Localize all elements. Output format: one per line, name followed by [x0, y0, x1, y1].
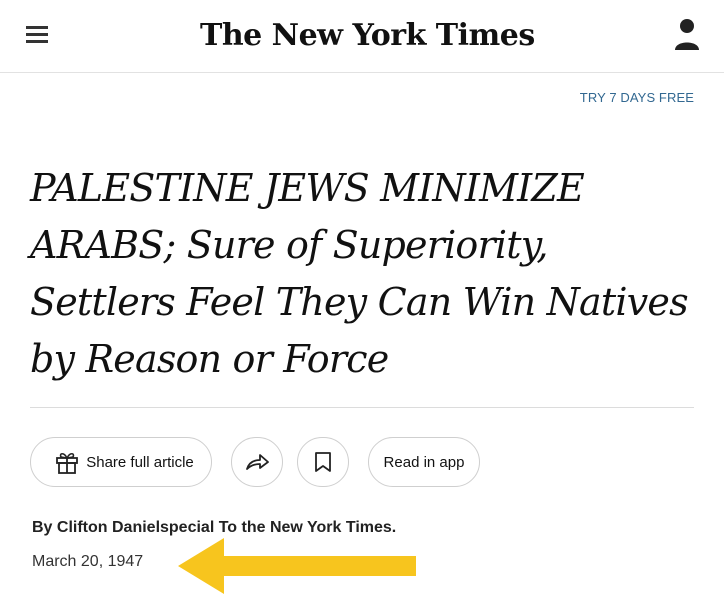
top-navigation-bar: The New York Times — [0, 0, 724, 73]
bookmark-button[interactable] — [297, 437, 349, 487]
try-free-link[interactable]: TRY 7 DAYS FREE — [580, 90, 694, 105]
divider — [30, 407, 694, 408]
hamburger-menu-icon[interactable] — [26, 26, 48, 44]
site-logo[interactable]: The New York Times — [200, 14, 535, 58]
gift-icon — [56, 452, 79, 474]
article-date: March 20, 1947 — [32, 553, 144, 570]
annotation-arrow — [178, 538, 416, 594]
read-in-app-button[interactable]: Read in app — [368, 437, 480, 487]
account-user-icon[interactable] — [672, 16, 702, 52]
share-full-article-button[interactable]: Share full article — [30, 437, 212, 487]
forward-share-button[interactable] — [231, 437, 283, 487]
article-byline: By Clifton Danielspecial To the New York… — [32, 519, 397, 536]
forward-arrow-icon — [246, 454, 269, 470]
bookmark-icon — [315, 452, 331, 472]
share-button-label: Share full article — [86, 453, 194, 471]
read-in-app-label: Read in app — [383, 453, 465, 471]
article-headline: PALESTINE JEWS MINIMIZE ARABS; Sure of S… — [30, 166, 689, 381]
